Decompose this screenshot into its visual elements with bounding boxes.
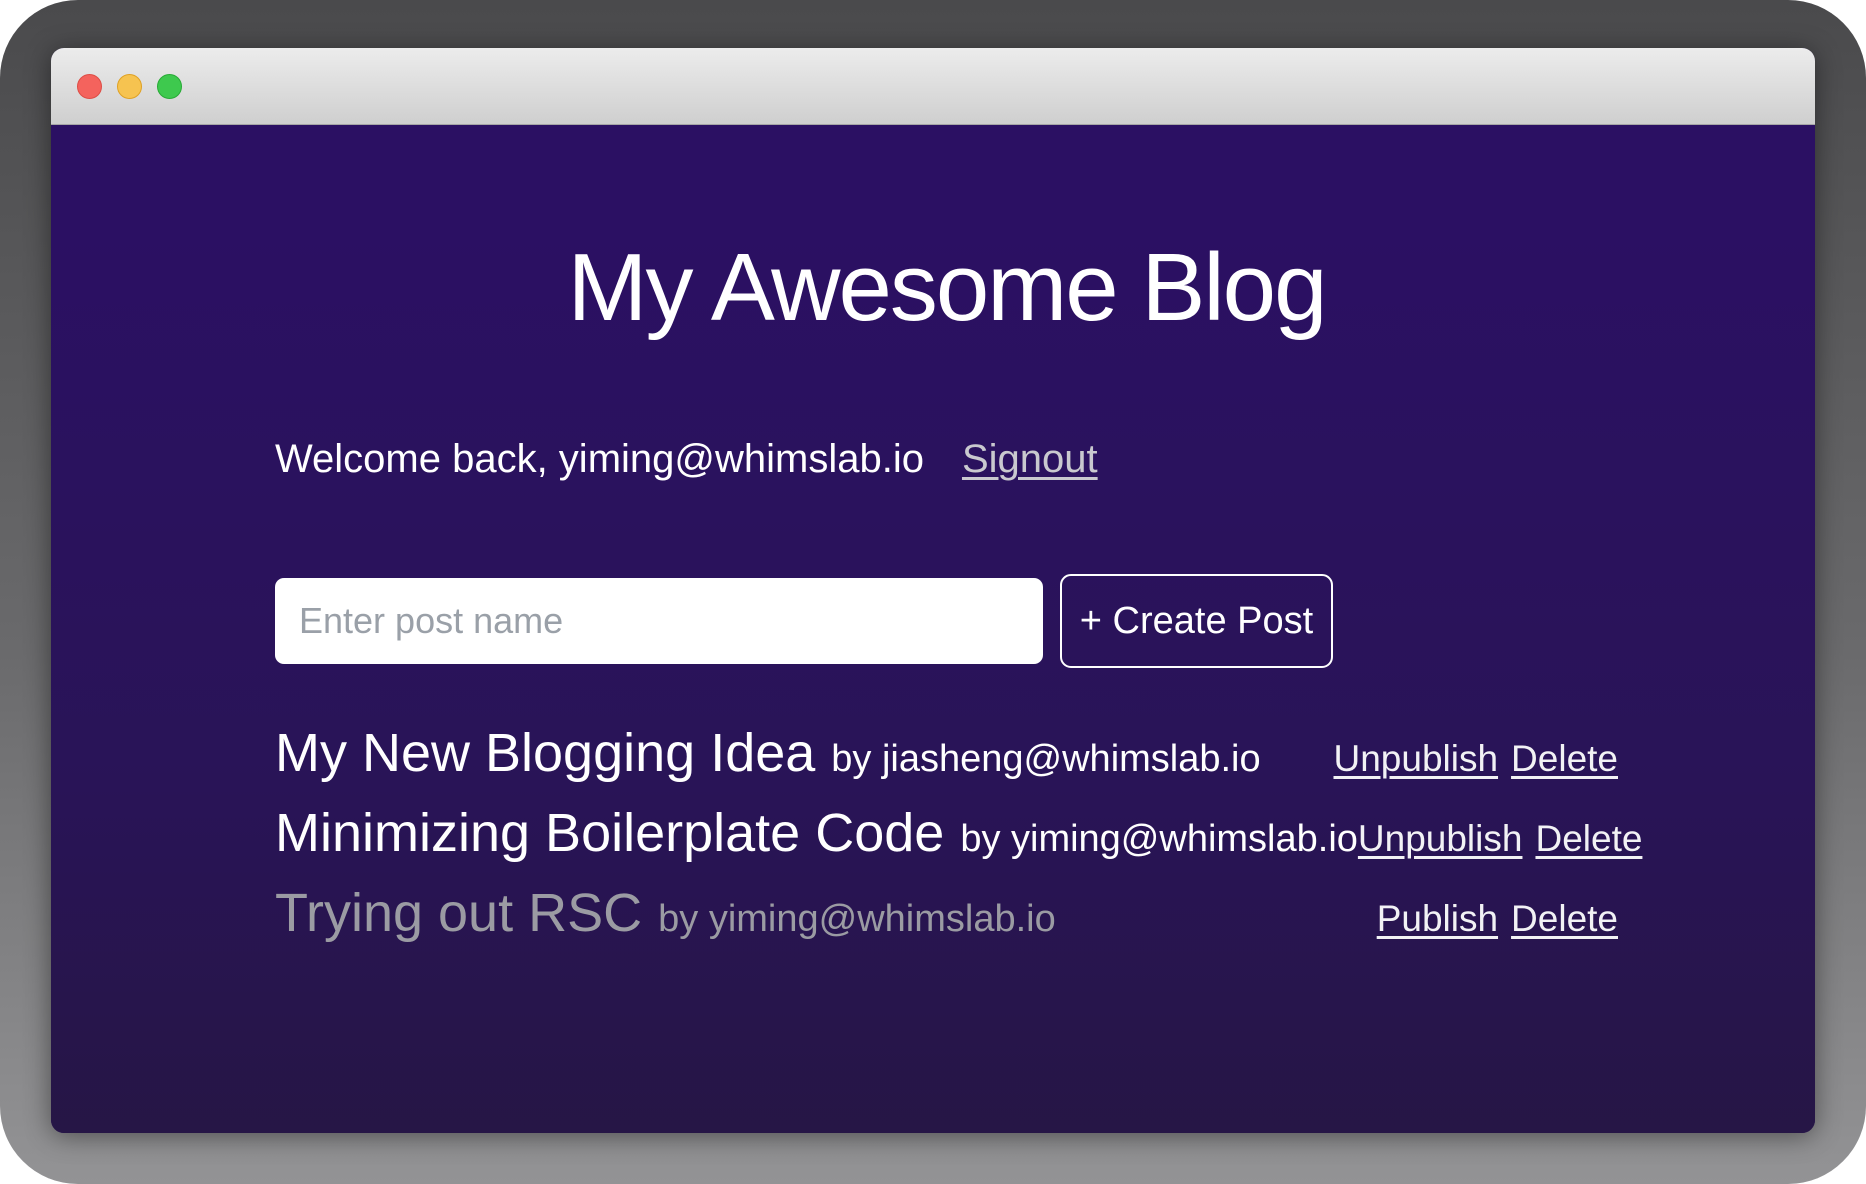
delete-link[interactable]: Delete: [1511, 898, 1618, 940]
post-byline: by jiasheng@whimslab.io: [831, 738, 1260, 781]
minimize-button-icon[interactable]: [117, 74, 142, 99]
zoom-button-icon[interactable]: [157, 74, 182, 99]
browser-window: My Awesome Blog Welcome back, yiming@whi…: [51, 48, 1815, 1133]
post-title: Trying out RSC: [275, 882, 642, 944]
close-button-icon[interactable]: [77, 74, 102, 99]
posts-list: My New Blogging Idea by jiasheng@whimsla…: [275, 722, 1618, 944]
post-actions: Unpublish Delete: [1358, 818, 1643, 860]
post-byline: by yiming@whimslab.io: [658, 898, 1056, 941]
page-title: My Awesome Blog: [275, 233, 1618, 343]
create-post-button[interactable]: + Create Post: [1060, 574, 1333, 668]
post-byline: by yiming@whimslab.io: [960, 818, 1358, 861]
publish-link[interactable]: Publish: [1377, 898, 1498, 940]
post-name-input[interactable]: [275, 578, 1043, 664]
unpublish-link[interactable]: Unpublish: [1333, 738, 1498, 780]
welcome-text: Welcome back, yiming@whimslab.io: [275, 437, 924, 482]
create-post-row: + Create Post: [275, 574, 1618, 668]
post-title: My New Blogging Idea: [275, 722, 815, 784]
user-bar: Welcome back, yiming@whimslab.io Signout: [275, 437, 1618, 482]
post-actions: Unpublish Delete: [1333, 738, 1618, 780]
delete-link[interactable]: Delete: [1535, 818, 1642, 860]
post-row: Minimizing Boilerplate Code by yiming@wh…: [275, 802, 1618, 864]
unpublish-link[interactable]: Unpublish: [1358, 818, 1523, 860]
signout-link[interactable]: Signout: [962, 437, 1098, 482]
window-frame: My Awesome Blog Welcome back, yiming@whi…: [0, 0, 1866, 1184]
post-title: Minimizing Boilerplate Code: [275, 802, 944, 864]
post-row: My New Blogging Idea by jiasheng@whimsla…: [275, 722, 1618, 784]
post-actions: Publish Delete: [1377, 898, 1618, 940]
blog-admin-page: My Awesome Blog Welcome back, yiming@whi…: [51, 233, 1815, 1133]
page: My Awesome Blog Welcome back, yiming@whi…: [0, 0, 1866, 1184]
titlebar[interactable]: [51, 48, 1815, 125]
delete-link[interactable]: Delete: [1511, 738, 1618, 780]
post-row: Trying out RSC by yiming@whimslab.io Pub…: [275, 882, 1618, 944]
